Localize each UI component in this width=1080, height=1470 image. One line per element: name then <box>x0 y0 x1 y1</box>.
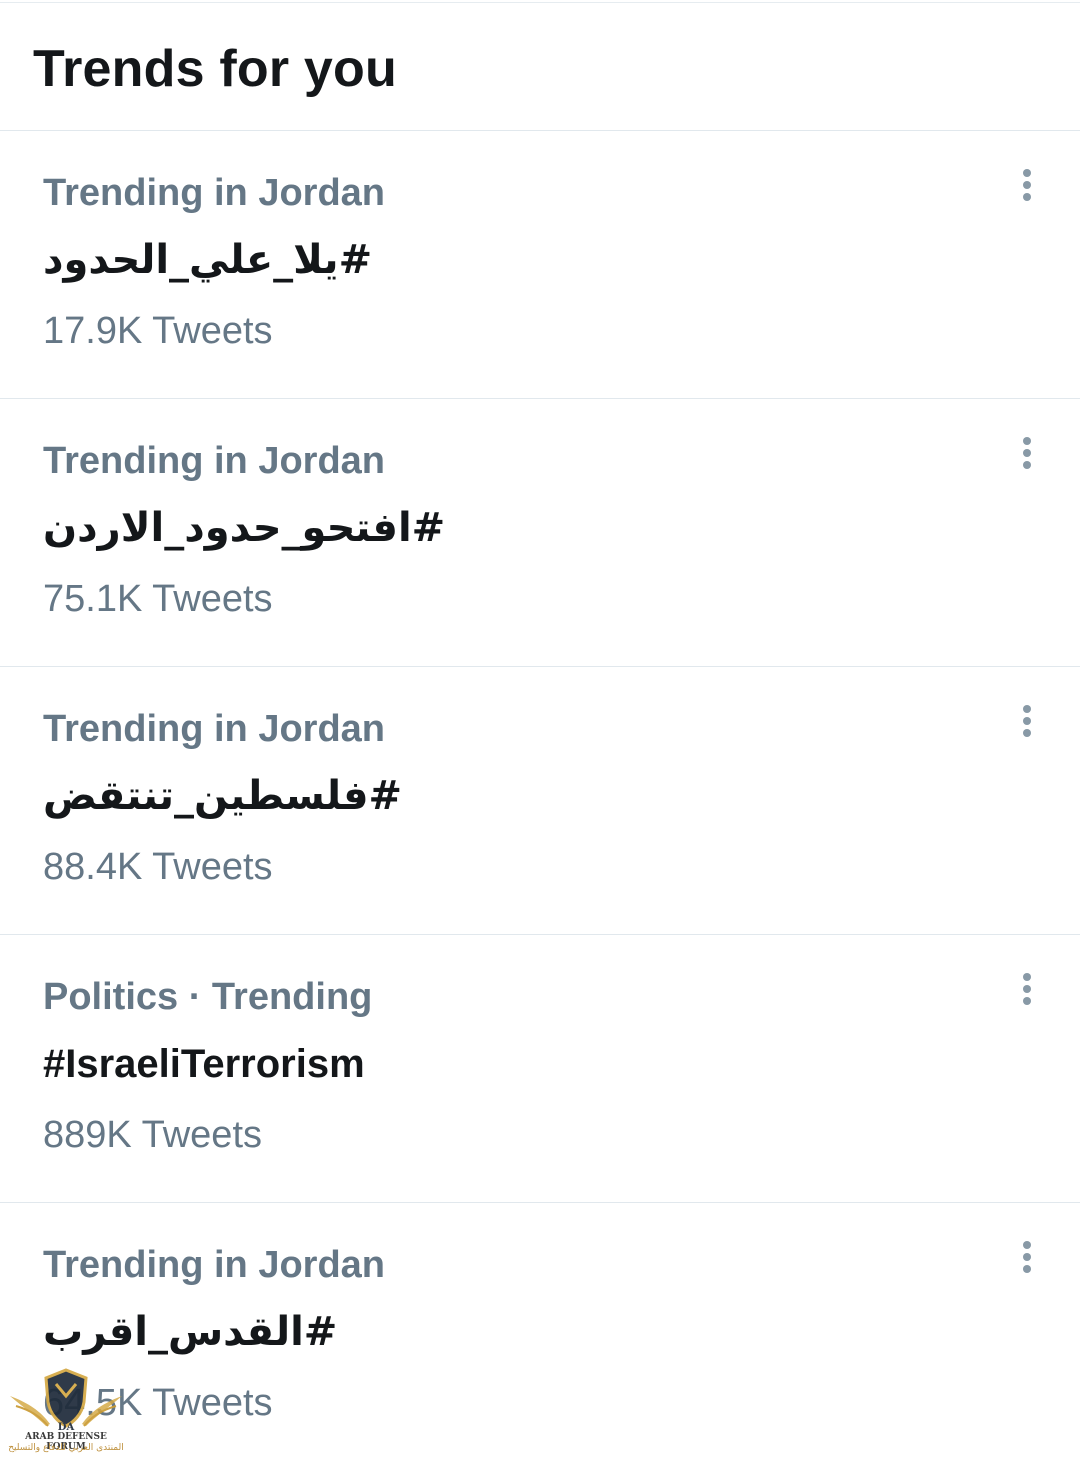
trend-hashtag[interactable]: #فلسطين_تنتقض <box>43 770 402 822</box>
trend-item[interactable]: Trending in Jordan #يلا_علي_الحدود 17.9K… <box>0 131 1080 399</box>
trend-hashtag[interactable]: #القدس_اقرب <box>43 1306 337 1358</box>
trend-hashtag[interactable]: #يلا_علي_الحدود <box>43 234 372 286</box>
shield-wings-logo: DA <box>10 1368 122 1433</box>
trend-tweet-count: 75.1K Tweets <box>43 578 273 620</box>
trend-item[interactable]: Politics · Trending #IsraeliTerrorism 88… <box>0 935 1080 1203</box>
trend-item[interactable]: Trending in Jordan #افتحو_حدود_الاردن 75… <box>0 399 1080 667</box>
page-title: Trends for you <box>33 40 397 98</box>
trend-tweet-count: 17.9K Tweets <box>43 310 273 352</box>
trend-tweet-count: 889K Tweets <box>43 1114 263 1156</box>
trend-hashtag[interactable]: #IsraeliTerrorism <box>43 1038 365 1090</box>
more-vertical-icon[interactable] <box>1008 1239 1046 1283</box>
more-vertical-icon[interactable] <box>1008 703 1046 747</box>
svg-text:DA: DA <box>58 1422 75 1432</box>
trend-item[interactable]: Trending in Jordan #القدس_اقرب 64.5K Twe… <box>0 1203 1080 1470</box>
trends-header: Trends for you <box>0 3 1080 131</box>
trend-item[interactable]: Trending in Jordan #فلسطين_تنتقض 88.4K T… <box>0 667 1080 935</box>
trend-context: Trending in Jordan <box>43 440 386 482</box>
watermark-subtitle: المنتدى العربي للدفاع والتسليح <box>8 1443 124 1453</box>
trend-context: Trending in Jordan <box>43 172 386 214</box>
trend-context: Trending in Jordan <box>43 708 386 750</box>
trend-context: Politics · Trending <box>43 976 373 1018</box>
more-vertical-icon[interactable] <box>1008 971 1046 1015</box>
more-vertical-icon[interactable] <box>1008 167 1046 211</box>
trend-tweet-count: 88.4K Tweets <box>43 846 273 888</box>
more-vertical-icon[interactable] <box>1008 435 1046 479</box>
trend-hashtag[interactable]: #افتحو_حدود_الاردن <box>43 502 445 554</box>
trend-context: Trending in Jordan <box>43 1244 386 1286</box>
watermark-logo: DA ARAB DEFENSE FORUM المنتدى العربي للد… <box>6 1366 126 1458</box>
